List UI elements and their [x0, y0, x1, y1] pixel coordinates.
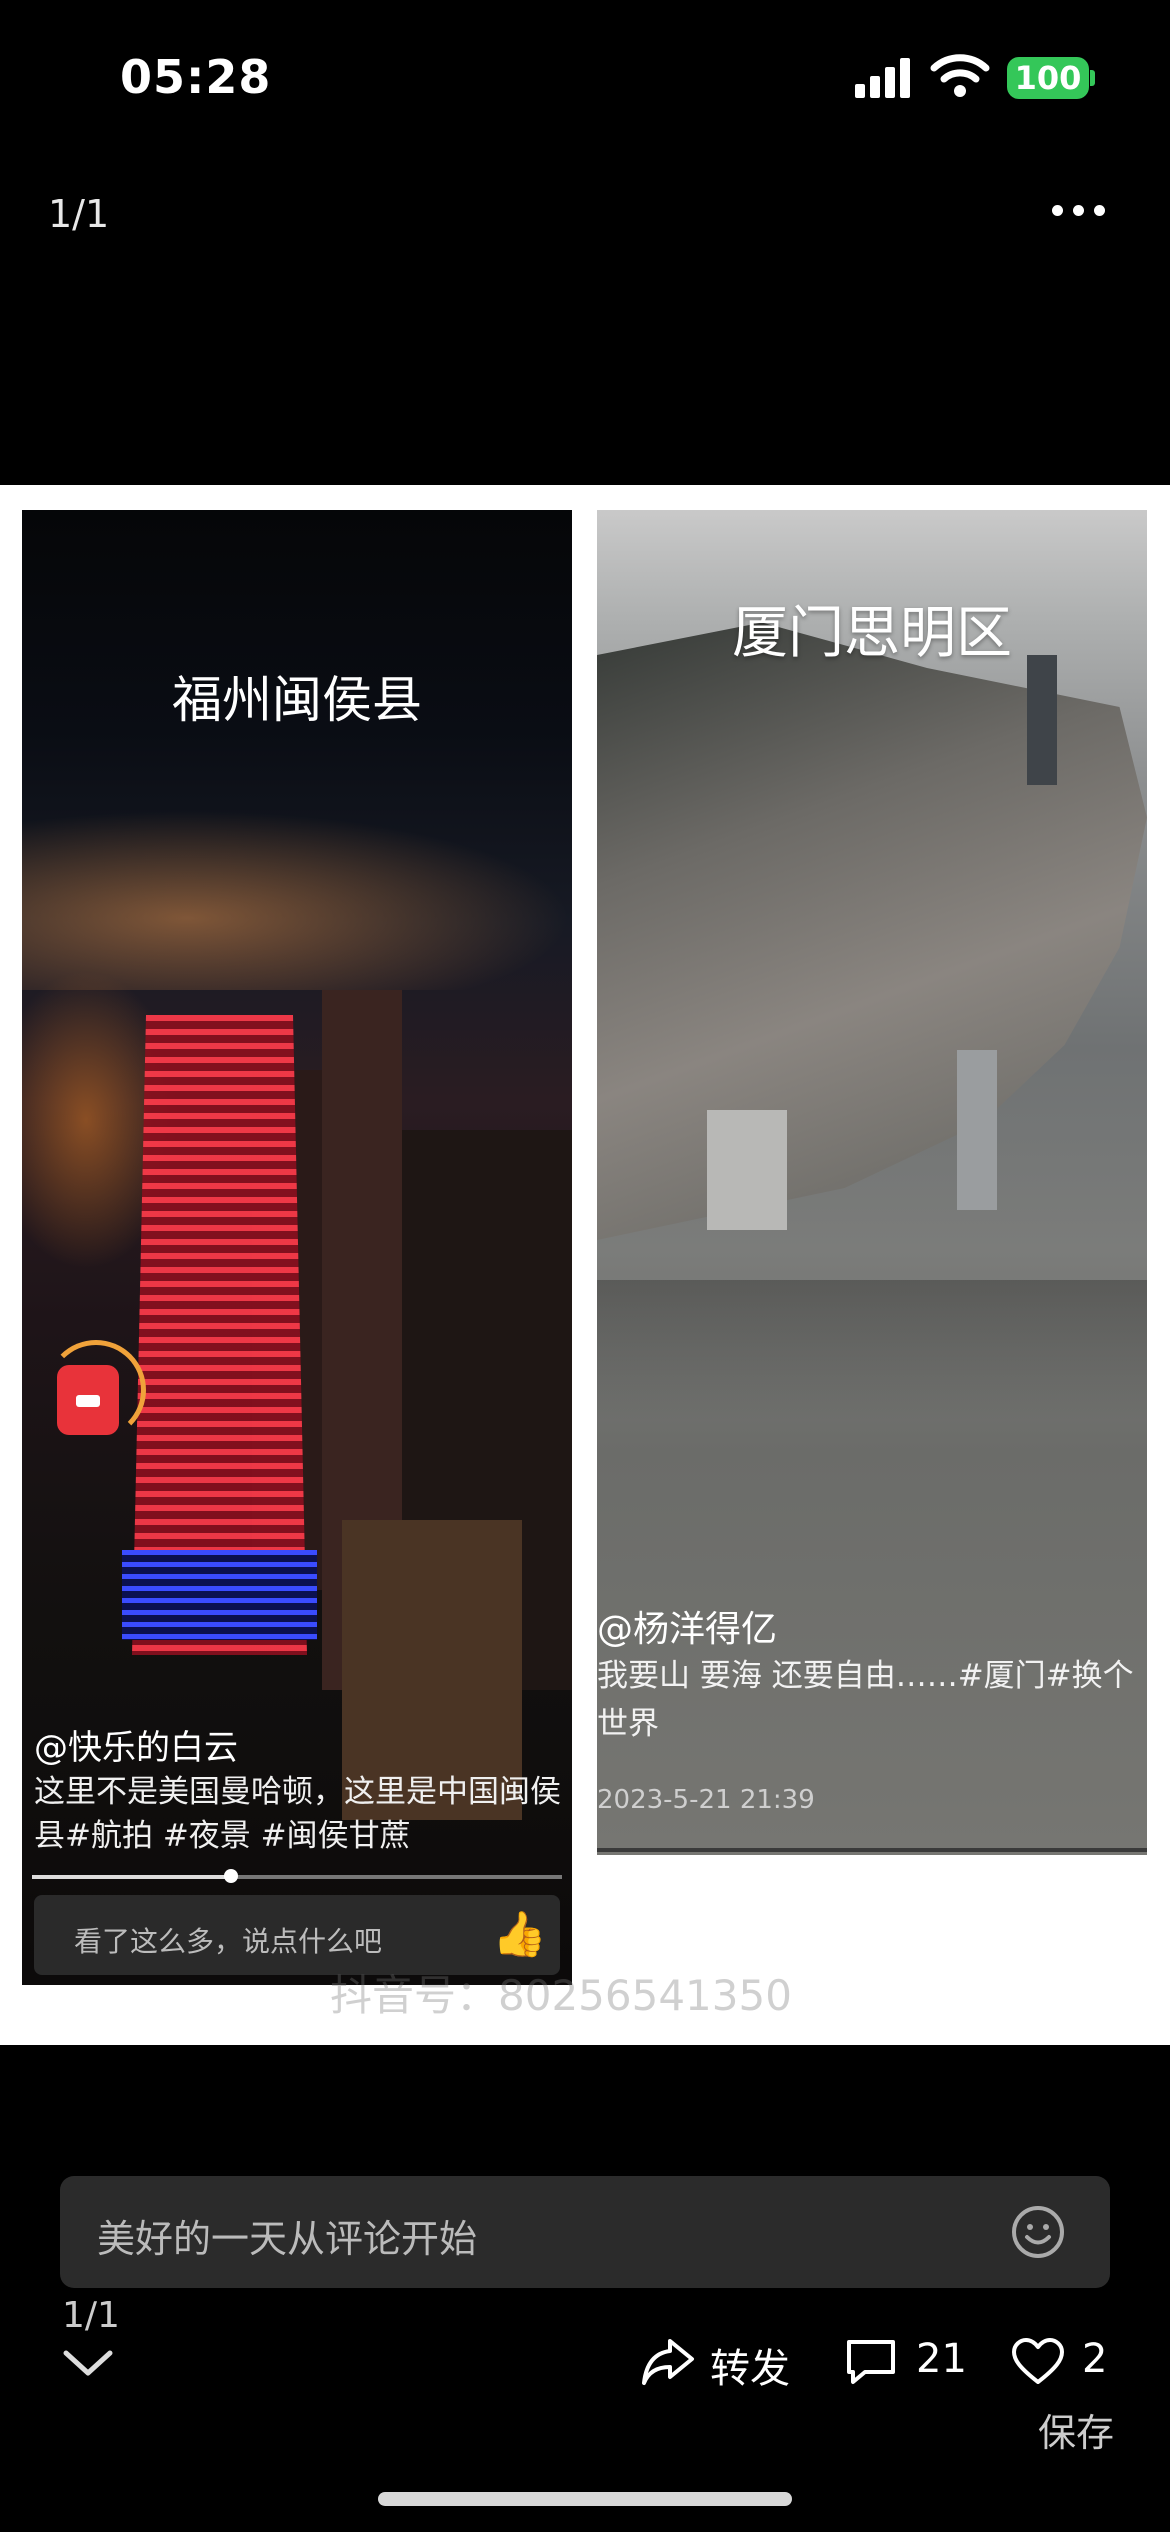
right-description-line1: 我要山 要海 还要自由……#厦门#换个	[597, 1658, 1134, 1694]
douyin-watermark: 抖音号：80256541350	[330, 1971, 792, 2020]
right-username: @杨洋得亿	[597, 1609, 778, 1650]
right-description-line2: 世界	[597, 1706, 659, 1742]
page-indicator: 1/1	[48, 192, 110, 236]
heart-icon[interactable]	[1010, 2336, 1066, 2388]
battery-indicator: 100	[1007, 57, 1089, 99]
thumbs-up-icon: 👍	[492, 1909, 547, 1960]
home-indicator[interactable]	[378, 2492, 792, 2506]
comment-placeholder: 美好的一天从评论开始	[97, 2217, 478, 2261]
left-description: 这里不是美国曼哈顿，这里是中国闽侯县#航拍 #夜景 #闽侯甘蔗	[34, 1774, 561, 1854]
bottom-page-indicator: 1/1	[62, 2295, 120, 2336]
cellular-signal-icon	[855, 58, 910, 98]
comment-count[interactable]: 21	[916, 2336, 967, 2382]
battery-tip	[1090, 70, 1095, 86]
status-time: 05:28	[120, 50, 272, 104]
right-panel-title: 厦门思明区	[732, 601, 1012, 666]
right-video-screenshot: 厦门思明区 @杨洋得亿 我要山 要海 还要自由……#厦门#换个 世界 2023-…	[597, 510, 1147, 1855]
comment-icon[interactable]	[843, 2336, 899, 2388]
share-button-label[interactable]: 转发	[710, 2336, 790, 2394]
left-comment-placeholder: 看了这么多，说点什么吧	[74, 1925, 383, 1958]
left-panel-title: 福州闽侯县	[172, 671, 422, 729]
chevron-down-icon[interactable]	[62, 2347, 114, 2377]
more-options-icon[interactable]	[1052, 190, 1122, 230]
right-description: 我要山 要海 还要自由……#厦门#换个 世界	[597, 1652, 1147, 1748]
tower-base	[122, 1550, 317, 1640]
left-progress-fill	[32, 1875, 232, 1879]
wifi-icon	[930, 54, 990, 97]
right-date: 2023-5-21 21:39	[597, 1785, 815, 1815]
like-count[interactable]: 2	[1082, 2336, 1107, 2382]
left-video-screenshot: 福州闽侯县 @快乐的白云 这里不是美国曼哈顿，这里是中国闽侯县#航拍 #夜景 #…	[22, 510, 572, 1985]
emoji-icon[interactable]	[1010, 2204, 1066, 2260]
red-packet-icon	[57, 1365, 119, 1435]
left-username: @快乐的白云	[34, 1728, 238, 1768]
left-progress-handle	[224, 1869, 238, 1883]
save-button[interactable]: 保存	[1038, 2402, 1114, 2457]
share-icon[interactable]	[640, 2335, 696, 2387]
right-progress-line	[597, 1848, 1147, 1852]
